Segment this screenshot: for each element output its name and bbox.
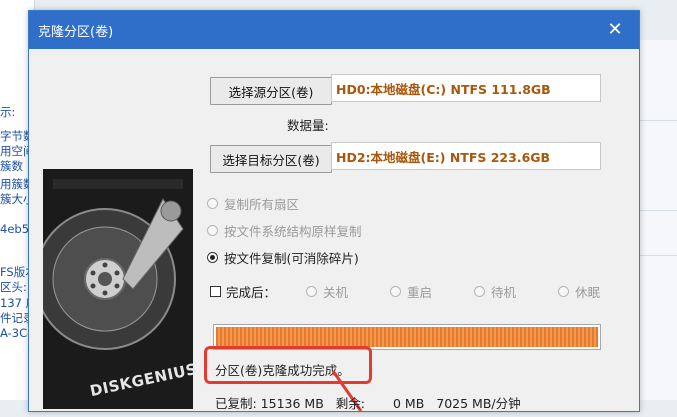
remaining-value: 0 MB bbox=[392, 396, 425, 411]
checkbox[interactable] bbox=[210, 286, 221, 297]
option-label: 重启 bbox=[407, 285, 433, 300]
remaining-label: 剩余: bbox=[335, 396, 365, 411]
radio-button[interactable] bbox=[558, 286, 570, 297]
background-right-panel bbox=[638, 40, 677, 400]
radio-button[interactable] bbox=[474, 286, 486, 297]
close-icon[interactable]: ✕ bbox=[605, 19, 625, 40]
dialog-titlebar: 克隆分区(卷) ✕ bbox=[29, 11, 639, 49]
background-text-fragment: 簇数 bbox=[0, 159, 23, 173]
copy-mode-label: 按文件系统结构原样复制 bbox=[224, 224, 362, 239]
source-partition-field: HD0:本地磁盘(C:) NTFS 111.8GB bbox=[331, 74, 601, 102]
background-text-fragment: 示: bbox=[0, 105, 16, 119]
after-option-hibernate[interactable]: 休眠 bbox=[558, 282, 600, 301]
after-option-restart[interactable]: 重启 bbox=[390, 282, 432, 301]
radio-button[interactable] bbox=[306, 286, 318, 297]
copy-mode-label: 复制所有扇区 bbox=[224, 197, 300, 212]
after-option-standby[interactable]: 待机 bbox=[474, 282, 516, 301]
option-label: 关机 bbox=[323, 285, 349, 300]
target-partition-field: HD2:本地磁盘(E:) NTFS 223.6GB bbox=[331, 142, 601, 170]
select-target-partition-button[interactable]: 选择目标分区(卷) bbox=[210, 145, 332, 173]
dialog-title: 克隆分区(卷) bbox=[38, 24, 114, 40]
progress-fill bbox=[216, 327, 598, 347]
copy-mode-by-file[interactable]: 按文件复制(可消除碎片) bbox=[207, 248, 359, 267]
copied-amount: 已复制: 15136 MB bbox=[215, 396, 324, 411]
radio-button[interactable] bbox=[207, 225, 218, 236]
copy-mode-label: 按文件复制(可消除碎片) bbox=[224, 251, 359, 266]
radio-button[interactable] bbox=[207, 198, 218, 209]
option-label: 待机 bbox=[491, 285, 517, 300]
after-complete-label: 完成后： bbox=[226, 285, 277, 300]
clone-partition-dialog: 克隆分区(卷) ✕ DISKGENIUS 选择源分区(卷) HD0:本地磁盘(C… bbox=[28, 10, 640, 412]
after-complete-row: 完成后： 关机 重启 待机 休眠 bbox=[210, 282, 600, 301]
copy-mode-fs-structure[interactable]: 按文件系统结构原样复制 bbox=[207, 221, 362, 240]
clone-stats: 已复制: 15136 MB 剩余: 0 MB 7025 MB/分钟 bbox=[215, 393, 529, 412]
radio-button-selected[interactable] bbox=[207, 252, 218, 263]
option-label: 休眠 bbox=[575, 285, 601, 300]
radio-button[interactable] bbox=[390, 286, 402, 297]
copy-mode-all-sectors[interactable]: 复制所有扇区 bbox=[207, 194, 299, 213]
copy-speed: 7025 MB/分钟 bbox=[436, 396, 521, 411]
after-option-shutdown[interactable]: 关机 bbox=[306, 282, 348, 301]
dialog-client-area: DISKGENIUS 选择源分区(卷) HD0:本地磁盘(C:) NTFS 11… bbox=[29, 49, 639, 412]
select-source-partition-button[interactable]: 选择源分区(卷) bbox=[210, 77, 332, 105]
data-amount-label: 数据量: bbox=[287, 118, 329, 133]
after-complete-checkbox[interactable]: 完成后： bbox=[210, 282, 276, 301]
